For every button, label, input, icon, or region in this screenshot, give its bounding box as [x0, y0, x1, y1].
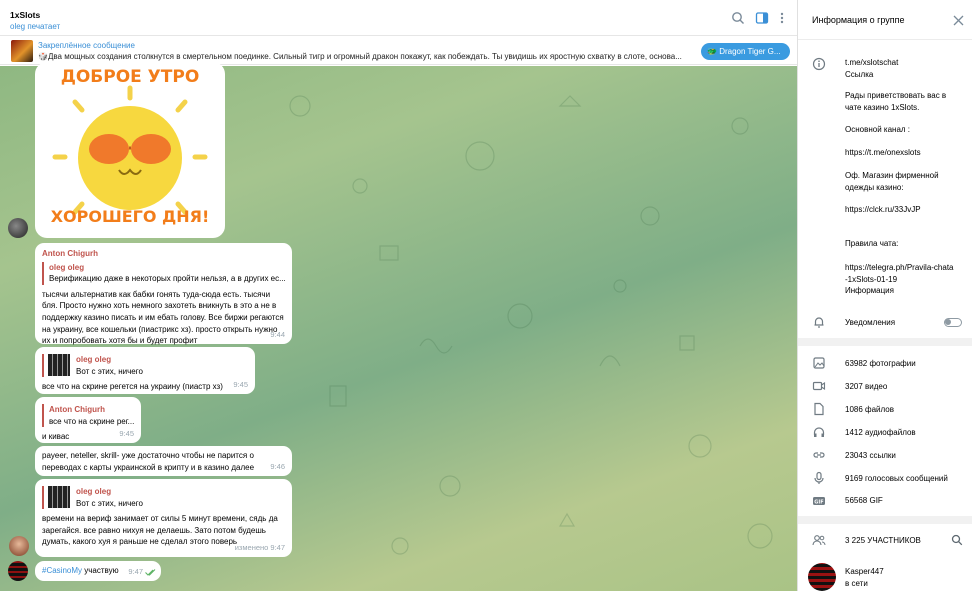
reply-author: Anton Chigurh	[49, 405, 105, 414]
reply-text: все что на скрине рег...	[49, 416, 134, 426]
notifications-toggle[interactable]	[944, 318, 962, 327]
pinned-action-button[interactable]: 🐲 Dragon Tiger G...	[701, 43, 790, 60]
sticker-top-text: ДОБРОЕ УТРО	[61, 67, 200, 87]
message-text: payeer, neteller, skrill- уже достаточно…	[42, 451, 255, 472]
media-gifs[interactable]: 56568 GIF	[845, 496, 883, 505]
pinned-title: Закреплённое сообщение	[38, 41, 135, 50]
toggle-knob	[945, 319, 951, 325]
file-icon	[814, 402, 824, 416]
divider	[798, 338, 972, 346]
reply-text: Вот с этих, ничего	[76, 498, 143, 508]
link-icon	[813, 452, 825, 458]
photo-icon	[813, 357, 825, 369]
info-header: Информация о группе	[798, 0, 972, 40]
sidebar-toggle-icon[interactable]	[755, 11, 769, 25]
reply-quote[interactable]: oleg oleg Верификацию даже в некоторых п…	[42, 261, 285, 285]
media-photos[interactable]: 63982 фотографии	[845, 359, 916, 368]
notifications-label: Уведомления	[845, 318, 896, 327]
reply-quote[interactable]: oleg oleg Вот с этих, ничего	[42, 486, 285, 510]
message-text: все что на скрине регется на украину (пи…	[42, 382, 223, 392]
description-channel-link[interactable]: https://t.me/onexslots	[845, 148, 921, 157]
message-author[interactable]: Anton Chigurh	[42, 248, 285, 260]
avatar[interactable]	[8, 218, 28, 238]
double-check-icon	[145, 569, 156, 576]
message-bubble[interactable]: payeer, neteller, skrill- уже достаточно…	[35, 446, 292, 476]
gif-icon: GIF	[813, 497, 825, 506]
message-time: 9:45	[233, 380, 248, 390]
description-shop-link[interactable]: https://clck.ru/33JvJP	[845, 205, 921, 214]
hashtag-link[interactable]: #CasinoMy	[42, 566, 82, 575]
search-icon[interactable]	[731, 11, 745, 25]
reply-text: Верификацию даже в некоторых пройти нель…	[49, 274, 285, 284]
message-bubble[interactable]: oleg oleg Вот с этих, ничего времени на …	[35, 479, 292, 557]
sticker-bottom-text: ХОРОШЕГО ДНЯ!	[51, 207, 210, 226]
message-time: 9:45	[119, 429, 134, 439]
chat-title: 1xSlots	[10, 10, 41, 20]
pinned-text: 🎲Два мощных создания столкнутся в смерте…	[38, 52, 682, 61]
media-voice[interactable]: 9169 голосовых сообщений	[845, 474, 948, 483]
media-audio[interactable]: 1412 аудиофайлов	[845, 428, 916, 437]
message-bubble[interactable]: Anton Chigurh все что на скрине рег... и…	[35, 397, 141, 443]
reply-author: oleg oleg	[76, 355, 112, 364]
message-text: тысячи альтернатив как бабки гонять туда…	[42, 289, 284, 346]
reply-author: oleg oleg	[76, 487, 112, 496]
reply-quote[interactable]: Anton Chigurh все что на скрине рег...	[42, 404, 134, 428]
description-rules: Правила чата:	[845, 239, 899, 248]
message-bubble[interactable]: oleg oleg Вот с этих, ничего все что на …	[35, 347, 255, 394]
reply-quote[interactable]: oleg oleg Вот с этих, ничего	[42, 354, 248, 378]
avatar[interactable]	[808, 563, 836, 591]
pinned-text-content: Два мощных создания столкнутся в смертел…	[47, 52, 682, 61]
media-links[interactable]: 23043 ссылки	[845, 451, 896, 460]
member-name[interactable]: Kasper447	[845, 567, 884, 576]
avatar[interactable]	[9, 536, 29, 556]
info-title: Информация о группе	[812, 15, 905, 25]
group-link-label: Ссылка	[845, 70, 874, 79]
divider	[798, 516, 972, 524]
description-shop: Оф. Магазин фирменной одежды казино:	[845, 171, 939, 192]
more-icon[interactable]	[775, 11, 789, 25]
message-time: 9:46	[270, 462, 285, 472]
search-icon[interactable]	[951, 534, 963, 546]
chat-pane: 1xSlots oleg печатает Закреплённое сообщ…	[0, 0, 797, 591]
info-icon	[812, 57, 826, 71]
message-text: участвую	[82, 566, 119, 575]
reply-author: oleg oleg	[49, 262, 85, 272]
message-bubble[interactable]: #CasinoMy участвую 9:47	[35, 561, 161, 581]
group-description: Рады приветствовать вас в чате казино 1x…	[845, 91, 947, 112]
svg-text:GIF: GIF	[814, 500, 823, 506]
avatar[interactable]	[8, 561, 28, 581]
typing-status: oleg печатает	[10, 22, 61, 31]
chat-header[interactable]: 1xSlots oleg печатает	[0, 0, 797, 36]
pinned-message-bar[interactable]: Закреплённое сообщение 🎲Два мощных созда…	[0, 37, 797, 65]
message-time: 9:44	[270, 330, 285, 340]
message-time: 9:47	[128, 567, 143, 577]
description-main-channel: Основной канал :	[845, 125, 911, 134]
reply-thumbnail	[48, 486, 70, 508]
headphones-icon	[813, 427, 825, 437]
pinned-thumbnail	[11, 40, 33, 62]
pinned-action-label: Dragon Tiger G...	[719, 47, 781, 56]
microphone-icon	[814, 471, 824, 484]
message-bubble[interactable]: Anton Chigurh oleg oleg Верификацию даже…	[35, 243, 292, 346]
group-link[interactable]: t.me/xslotschat	[845, 58, 898, 67]
close-icon[interactable]	[953, 15, 964, 26]
bell-icon	[814, 317, 824, 328]
media-videos[interactable]: 3207 видео	[845, 382, 887, 391]
group-info-panel: Информация о группе t.me/xslotschat Ссыл…	[797, 0, 972, 591]
reply-thumbnail	[48, 354, 70, 376]
video-icon	[812, 381, 826, 391]
members-count: 3 225 УЧАСТНИКОВ	[845, 536, 921, 545]
media-files[interactable]: 1086 файлов	[845, 405, 894, 414]
message-time: изменено 9:47	[234, 543, 285, 553]
description-rules-link[interactable]: https://telegra.ph/Pravila-chata-1xSlots…	[845, 262, 955, 285]
reply-text: Вот с этих, ничего	[76, 366, 143, 376]
member-status: в сети	[845, 579, 868, 588]
sticker-good-morning[interactable]: ДОБРОЕ УТРО ХОРОШЕГО ДНЯ!	[35, 62, 225, 238]
description-label: Информация	[845, 286, 894, 295]
members-icon	[812, 535, 826, 546]
